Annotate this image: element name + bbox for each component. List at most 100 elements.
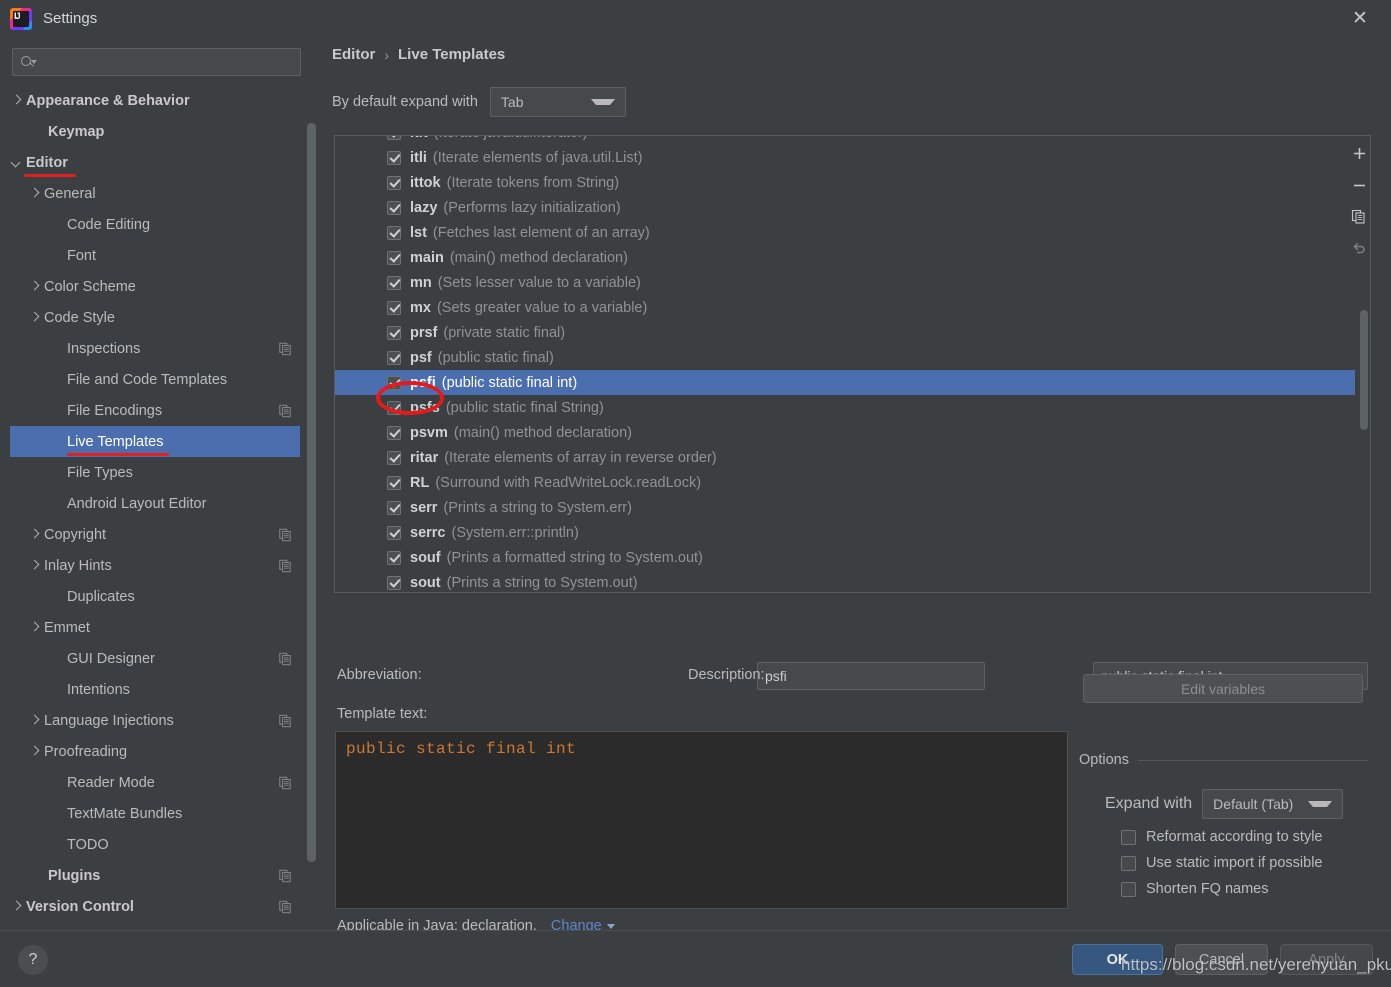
chevron-right-icon[interactable] [28,714,42,728]
default-expand-select[interactable]: Tab [489,87,626,117]
template-row[interactable]: sout (Prints a string to System.out) [335,570,1355,592]
template-row[interactable]: mx (Sets greater value to a variable) [335,295,1355,320]
template-enabled-checkbox[interactable] [387,225,401,240]
chevron-right-icon[interactable] [28,280,42,294]
add-template-button[interactable] [1344,137,1374,169]
template-row[interactable]: psfi (public static final int) [335,370,1355,395]
breadcrumb-separator-icon: › [384,46,390,63]
chevron-right-icon[interactable] [28,621,42,635]
template-enabled-checkbox[interactable] [387,450,401,465]
sidebar-item-copyright[interactable]: Copyright [10,519,300,550]
template-row[interactable]: ritar (Iterate elements of array in rever… [335,445,1355,470]
chevron-right-icon[interactable] [28,528,42,542]
template-enabled-checkbox[interactable] [387,325,401,340]
template-row[interactable]: serr (Prints a string to System.err) [335,495,1355,520]
sidebar-item-color-scheme[interactable]: Color Scheme [10,271,300,302]
sidebar-item-android-layout-editor[interactable]: Android Layout Editor [10,488,300,519]
template-enabled-checkbox[interactable] [387,500,401,515]
chevron-right-icon[interactable] [10,94,24,108]
template-row[interactable]: itit (Iterate java.util.Iterator) [335,136,1355,145]
revert-template-button[interactable] [1344,233,1374,265]
option-checkbox-row[interactable]: Shorten FQ names [1079,881,1369,897]
sidebar-item-version-control[interactable]: Version Control [10,891,300,922]
sidebar-item-file-encodings[interactable]: File Encodings [10,395,300,426]
template-text-editor[interactable]: public static final int [335,731,1068,909]
option-checkbox-row[interactable]: Use static import if possible [1079,855,1369,871]
template-row[interactable]: main (main() method declaration) [335,245,1355,270]
sidebar-item-file-and-code-templates[interactable]: File and Code Templates [10,364,300,395]
template-row[interactable]: mn (Sets lesser value to a variable) [335,270,1355,295]
template-enabled-checkbox[interactable] [387,275,401,290]
template-enabled-checkbox[interactable] [387,525,401,540]
search-input[interactable] [36,54,300,70]
template-row[interactable]: serrc (System.err::println) [335,520,1355,545]
template-row[interactable]: psf (public static final) [335,345,1355,370]
sidebar-item-duplicates[interactable]: Duplicates [10,581,300,612]
template-enabled-checkbox[interactable] [387,200,401,215]
sidebar-item-font[interactable]: Font [10,240,300,271]
template-row[interactable]: prsf (private static final) [335,320,1355,345]
sidebar-item-reader-mode[interactable]: Reader Mode [10,767,300,798]
sidebar-item-inspections[interactable]: Inspections [10,333,300,364]
option-checkbox[interactable] [1121,829,1136,845]
template-enabled-checkbox[interactable] [387,375,401,390]
sidebar-item-live-templates[interactable]: Live Templates [10,426,300,457]
chevron-right-icon[interactable] [10,900,24,914]
sidebar-item-todo[interactable]: TODO [10,829,300,860]
template-enabled-checkbox[interactable] [387,150,401,165]
sidebar-item-proofreading[interactable]: Proofreading [10,736,300,767]
template-row[interactable]: RL (Surround with ReadWriteLock.readLock) [335,470,1355,495]
chevron-right-icon[interactable] [28,187,42,201]
template-enabled-checkbox[interactable] [387,350,401,365]
template-row[interactable]: ittok (Iterate tokens from String) [335,170,1355,195]
option-checkbox[interactable] [1121,855,1136,871]
sidebar-search[interactable] [12,48,301,76]
sidebar-item-file-types[interactable]: File Types [10,457,300,488]
template-enabled-checkbox[interactable] [387,425,401,440]
sidebar-item-label: Editor [26,154,68,171]
option-checkbox-row[interactable]: Reformat according to style [1079,829,1369,845]
abbreviation-input[interactable] [757,662,985,690]
sidebar-item-plugins[interactable]: Plugins [10,860,300,891]
template-row[interactable]: lst (Fetches last element of an array) [335,220,1355,245]
template-enabled-checkbox[interactable] [387,250,401,265]
close-icon[interactable]: ✕ [1329,0,1391,37]
chevron-down-icon[interactable] [10,156,24,170]
template-enabled-checkbox[interactable] [387,400,401,415]
sidebar-item-textmate-bundles[interactable]: TextMate Bundles [10,798,300,829]
sidebar-item-gui-designer[interactable]: GUI Designer [10,643,300,674]
sidebar-item-keymap[interactable]: Keymap [10,116,300,147]
sidebar-item-emmet[interactable]: Emmet [10,612,300,643]
template-enabled-checkbox[interactable] [387,136,401,140]
template-row[interactable]: itli (Iterate elements of java.util.List) [335,145,1355,170]
sidebar-item-language-injections[interactable]: Language Injections [10,705,300,736]
sidebar-item-inlay-hints[interactable]: Inlay Hints [10,550,300,581]
remove-template-button[interactable] [1344,169,1374,201]
sidebar-item-editor[interactable]: Editor [10,147,300,178]
template-row[interactable]: psfs (public static final String) [335,395,1355,420]
template-enabled-checkbox[interactable] [387,175,401,190]
template-row[interactable]: lazy (Performs lazy initialization) [335,195,1355,220]
templates-list[interactable]: itit (Iterate java.util.Iterator) itli (Ite… [334,135,1371,593]
template-row[interactable]: psvm (main() method declaration) [335,420,1355,445]
edit-variables-button[interactable]: Edit variables [1083,674,1363,703]
sidebar-item-appearance-behavior[interactable]: Appearance & Behavior [10,85,300,116]
template-enabled-checkbox[interactable] [387,575,401,590]
template-enabled-checkbox[interactable] [387,300,401,315]
chevron-right-icon[interactable] [28,559,42,573]
chevron-right-icon[interactable] [28,745,42,759]
chevron-right-icon[interactable] [28,311,42,325]
template-row[interactable]: souf (Prints a formatted string to System… [335,545,1355,570]
sidebar-item-general[interactable]: General [10,178,300,209]
option-checkbox[interactable] [1121,881,1136,897]
breadcrumb-parent[interactable]: Editor [332,46,375,63]
templates-scrollbar-thumb[interactable] [1360,310,1368,430]
copy-template-button[interactable] [1344,201,1374,233]
sidebar-item-intentions[interactable]: Intentions [10,674,300,705]
template-enabled-checkbox[interactable] [387,475,401,490]
help-button[interactable]: ? [18,945,48,975]
template-enabled-checkbox[interactable] [387,550,401,565]
expand-with-select[interactable]: Default (Tab) [1202,789,1344,819]
sidebar-item-code-style[interactable]: Code Style [10,302,300,333]
sidebar-item-code-editing[interactable]: Code Editing [10,209,300,240]
